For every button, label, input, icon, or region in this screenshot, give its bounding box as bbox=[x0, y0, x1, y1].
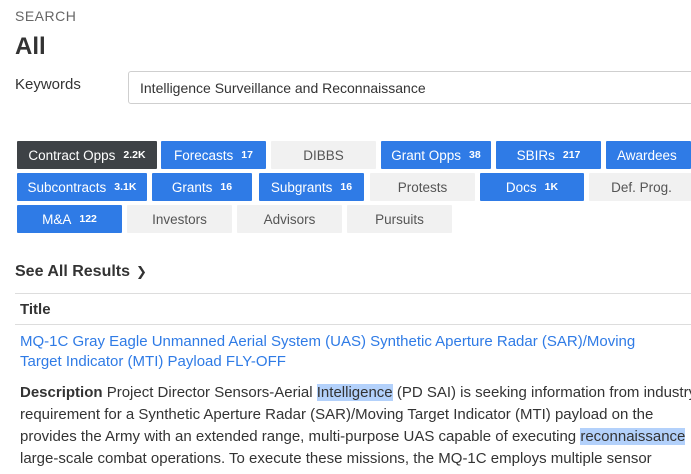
chip-label: DIBBS bbox=[303, 147, 344, 163]
desc-line-4: large-scale combat operations. To execut… bbox=[20, 450, 652, 467]
chip-label: SBIRs bbox=[516, 147, 555, 163]
chip-investors[interactable]: Investors bbox=[127, 205, 232, 233]
chip-label: Contract Opps bbox=[28, 147, 116, 163]
chip-label: Grants bbox=[171, 179, 213, 195]
keyword-highlight: Intelligence bbox=[316, 384, 393, 401]
chip-label: Grant Opps bbox=[391, 147, 462, 163]
chip-subcontracts[interactable]: Subcontracts 3.1K bbox=[17, 173, 147, 201]
chip-label: Protests bbox=[397, 179, 448, 195]
chip-label: Advisors bbox=[263, 211, 316, 227]
chevron-right-icon: ❯ bbox=[136, 264, 147, 279]
result-title-link[interactable]: MQ-1C Gray Eagle Unmanned Aerial System … bbox=[20, 332, 691, 372]
section-eyebrow: SEARCH bbox=[15, 8, 77, 24]
keywords-label: Keywords bbox=[15, 76, 81, 93]
chip-dibbs[interactable]: DIBBS bbox=[271, 141, 376, 169]
chip-count: 2.2K bbox=[123, 149, 146, 161]
chip-label: Docs bbox=[505, 179, 537, 195]
chip-count: 38 bbox=[469, 149, 481, 161]
chip-grants[interactable]: Grants 16 bbox=[152, 173, 252, 201]
page-title: All bbox=[15, 33, 46, 60]
chip-sbirs[interactable]: SBIRs 217 bbox=[496, 141, 601, 169]
chip-contract-opps[interactable]: Contract Opps 2.2K bbox=[17, 141, 157, 169]
chip-pursuits[interactable]: Pursuits bbox=[347, 205, 452, 233]
column-header-title: Title bbox=[20, 300, 51, 318]
see-all-results-link[interactable]: See All Results ❯ bbox=[15, 263, 147, 281]
chip-subgrants[interactable]: Subgrants 16 bbox=[259, 173, 364, 201]
chip-awardees[interactable]: Awardees bbox=[606, 141, 691, 169]
chip-count: 217 bbox=[562, 149, 581, 161]
result-title-line: Target Indicator (MTI) Payload FLY-OFF bbox=[20, 353, 286, 370]
result-description: Description Project Director Sensors-Aer… bbox=[20, 382, 691, 470]
desc-text: Project Director Sensors-Aerial bbox=[106, 384, 313, 401]
chip-label: Subgrants bbox=[270, 179, 333, 195]
chip-label: Def. Prog. bbox=[611, 179, 672, 195]
chip-label: Investors bbox=[152, 211, 207, 227]
chip-count: 3.1K bbox=[114, 181, 137, 193]
see-all-label: See All Results bbox=[15, 263, 131, 280]
chip-count: 16 bbox=[220, 181, 233, 193]
keywords-value: Intelligence Surveillance and Reconnaiss… bbox=[140, 79, 426, 96]
chip-count: 16 bbox=[340, 181, 353, 193]
desc-line-1: Description Project Director Sensors-Aer… bbox=[20, 382, 691, 404]
table-header: Title bbox=[15, 293, 691, 325]
chip-grant-opps[interactable]: Grant Opps 38 bbox=[381, 141, 491, 169]
keywords-input[interactable]: Intelligence Surveillance and Reconnaiss… bbox=[128, 71, 691, 104]
result-title-line: MQ-1C Gray Eagle Unmanned Aerial System … bbox=[20, 333, 636, 350]
chip-label: Awardees bbox=[617, 147, 677, 163]
chip-forecasts[interactable]: Forecasts 17 bbox=[161, 141, 266, 169]
chip-count: 1K bbox=[544, 181, 559, 193]
chip-count: 122 bbox=[79, 213, 97, 225]
keyword-highlight: reconnaissance bbox=[580, 428, 686, 445]
desc-line-2: requirement for a Synthetic Aperture Rad… bbox=[20, 406, 654, 423]
desc-text: provides the Army with an extended range… bbox=[20, 428, 577, 445]
chip-label: M&A bbox=[42, 211, 72, 227]
chip-label: Subcontracts bbox=[27, 179, 107, 195]
chip-protests[interactable]: Protests bbox=[370, 173, 475, 201]
chip-advisors[interactable]: Advisors bbox=[237, 205, 342, 233]
chip-docs[interactable]: Docs 1K bbox=[480, 173, 584, 201]
chip-label: Forecasts bbox=[174, 147, 234, 163]
desc-line-3: provides the Army with an extended range… bbox=[20, 426, 691, 448]
description-label: Description bbox=[20, 384, 103, 401]
chip-def-prog[interactable]: Def. Prog. bbox=[589, 173, 691, 201]
chip-m-and-a[interactable]: M&A 122 bbox=[17, 205, 122, 233]
chip-label: Pursuits bbox=[375, 211, 424, 227]
chip-count: 17 bbox=[241, 149, 253, 161]
desc-text: (PD SAI) is seeking information from ind… bbox=[396, 384, 691, 401]
search-page: SEARCH All Keywords Intelligence Surveil… bbox=[0, 0, 691, 474]
